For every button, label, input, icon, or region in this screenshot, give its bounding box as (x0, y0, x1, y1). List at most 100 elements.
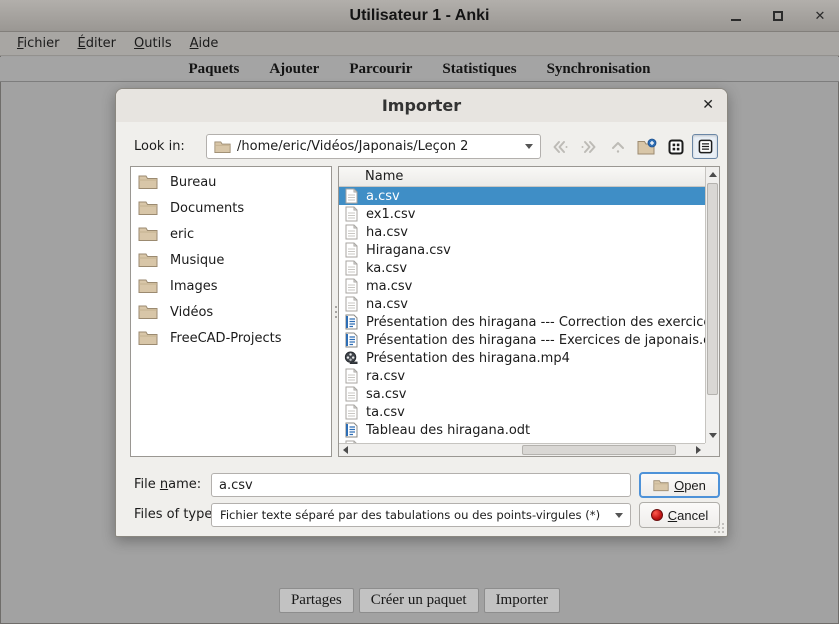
file-name-label: ta.csv (366, 405, 405, 420)
nav-item[interactable]: Parcourir (349, 61, 412, 78)
file-icon (344, 350, 358, 366)
nav-item[interactable]: Ajouter (269, 61, 319, 78)
place-item[interactable]: Musique (131, 247, 331, 273)
dialog-toolbar (547, 134, 718, 159)
menu-item[interactable]: Éditer (69, 36, 126, 51)
forward-icon (580, 139, 598, 155)
place-item[interactable]: Images (131, 273, 331, 299)
resize-grip[interactable] (714, 523, 724, 533)
triangle-down-icon (709, 433, 717, 438)
footer-button[interactable]: Partages (279, 588, 354, 613)
file-row[interactable]: Tableau des hiragana.odt (339, 421, 705, 439)
file-icon (344, 278, 358, 294)
vertical-scrollbar-thumb[interactable] (707, 183, 718, 395)
place-label: Images (170, 279, 218, 294)
file-row[interactable]: ra.csv (339, 367, 705, 385)
triangle-up-icon (709, 172, 717, 177)
horizontal-scrollbar-thumb[interactable] (522, 445, 676, 455)
scrollbar-corner (705, 443, 719, 456)
file-name-label: sa.csv (366, 387, 407, 402)
place-item[interactable]: Documents (131, 195, 331, 221)
file-name-label: ra.csv (366, 369, 405, 384)
look-in-combo[interactable]: /home/eric/Vidéos/Japonais/Leçon 2 (206, 134, 541, 159)
back-button[interactable] (547, 134, 573, 159)
place-item[interactable]: FreeCAD-Projects (131, 325, 331, 351)
file-row[interactable]: ka.csv (339, 259, 705, 277)
folder-icon (214, 140, 231, 154)
folder-icon (138, 174, 158, 190)
label-text: ame: (168, 477, 201, 492)
list-view-icon (698, 139, 713, 154)
nav-item[interactable]: Statistiques (442, 61, 516, 78)
file-name-label: Présentation des hiragana --- Correction… (366, 315, 705, 330)
file-row[interactable]: ma.csv (339, 277, 705, 295)
scroll-up-button[interactable] (706, 167, 719, 182)
file-row[interactable]: Présentation des hiragana --- Correction… (339, 313, 705, 331)
file-row[interactable]: na.csv (339, 295, 705, 313)
footer-button[interactable]: Importer (484, 588, 560, 613)
menu-item-label: diter (86, 36, 116, 51)
file-icon (344, 314, 358, 330)
menu-item[interactable]: Fichier (8, 36, 69, 51)
folder-icon (138, 304, 158, 320)
place-item[interactable]: eric (131, 221, 331, 247)
files-of-type-label: Files of type: (134, 503, 217, 527)
place-label: Vidéos (170, 305, 213, 320)
files-of-type-value: Fichier texte séparé par des tabulations… (220, 508, 600, 522)
menu-bar: Fichier Éditer Outils Aide (0, 32, 839, 56)
place-label: FreeCAD-Projects (170, 331, 282, 346)
column-header-name[interactable]: Name (339, 167, 705, 187)
file-name-label: Hiragana.csv (366, 243, 451, 258)
place-item[interactable]: Bureau (131, 169, 331, 195)
title-bar: Utilisateur 1 - Anki ✕ (0, 0, 839, 32)
forward-button[interactable] (576, 134, 602, 159)
scroll-right-button[interactable] (692, 444, 705, 456)
menu-item-mnemonic: É (78, 36, 86, 51)
file-name-input[interactable] (211, 473, 631, 497)
scroll-left-button[interactable] (339, 444, 352, 456)
file-row[interactable]: ha.csv (339, 223, 705, 241)
parent-directory-button[interactable] (605, 134, 631, 159)
close-button[interactable]: ✕ (811, 7, 829, 25)
cancel-button[interactable]: Cancel (639, 502, 720, 528)
file-icon (344, 332, 358, 348)
nav-item[interactable]: Paquets (189, 61, 240, 78)
maximize-icon (773, 11, 783, 21)
file-row[interactable]: Hiragana.csv (339, 241, 705, 259)
file-row[interactable]: a.csv (339, 187, 705, 205)
nav-item[interactable]: Synchronisation (547, 61, 651, 78)
cancel-button-label: Cancel (668, 508, 708, 523)
dialog-title-bar: Importer ✕ (116, 89, 727, 122)
file-name-label: a.csv (366, 189, 400, 204)
file-row[interactable]: Présentation des hiragana --- Exercices … (339, 331, 705, 349)
file-name-label: Tableau des hiragana.odt (366, 423, 530, 438)
icon-view-button[interactable] (663, 134, 689, 159)
files-of-type-select[interactable]: Fichier texte séparé par des tabulations… (211, 503, 631, 527)
file-list: a.csv ex1.csv (339, 187, 705, 443)
file-name-label: ex1.csv (366, 207, 415, 222)
triangle-left-icon (343, 446, 348, 454)
minimize-button[interactable] (727, 7, 745, 25)
close-icon: ✕ (815, 10, 826, 23)
file-row[interactable]: sa.csv (339, 385, 705, 403)
open-button[interactable]: Open (639, 472, 720, 498)
file-row[interactable]: ex1.csv (339, 205, 705, 223)
look-in-label: Look in: (134, 134, 185, 159)
file-row[interactable]: ta.csv (339, 403, 705, 421)
vertical-scrollbar[interactable] (705, 167, 719, 443)
list-view-button[interactable] (692, 134, 718, 159)
cancel-icon (651, 509, 663, 521)
footer-button[interactable]: Créer un paquet (359, 588, 479, 613)
menu-item[interactable]: Outils (125, 36, 181, 51)
file-list-panel: Name a.csv (338, 166, 720, 457)
scroll-down-button[interactable] (706, 428, 719, 443)
file-icon (344, 260, 358, 276)
menu-item[interactable]: Aide (181, 36, 228, 51)
open-button-label: Open (674, 478, 706, 493)
place-item[interactable]: Vidéos (131, 299, 331, 325)
new-folder-button[interactable] (634, 134, 660, 159)
dialog-close-button[interactable]: ✕ (702, 89, 714, 122)
horizontal-scrollbar[interactable] (339, 443, 705, 456)
maximize-button[interactable] (769, 7, 787, 25)
file-row[interactable]: Présentation des hiragana.mp4 (339, 349, 705, 367)
